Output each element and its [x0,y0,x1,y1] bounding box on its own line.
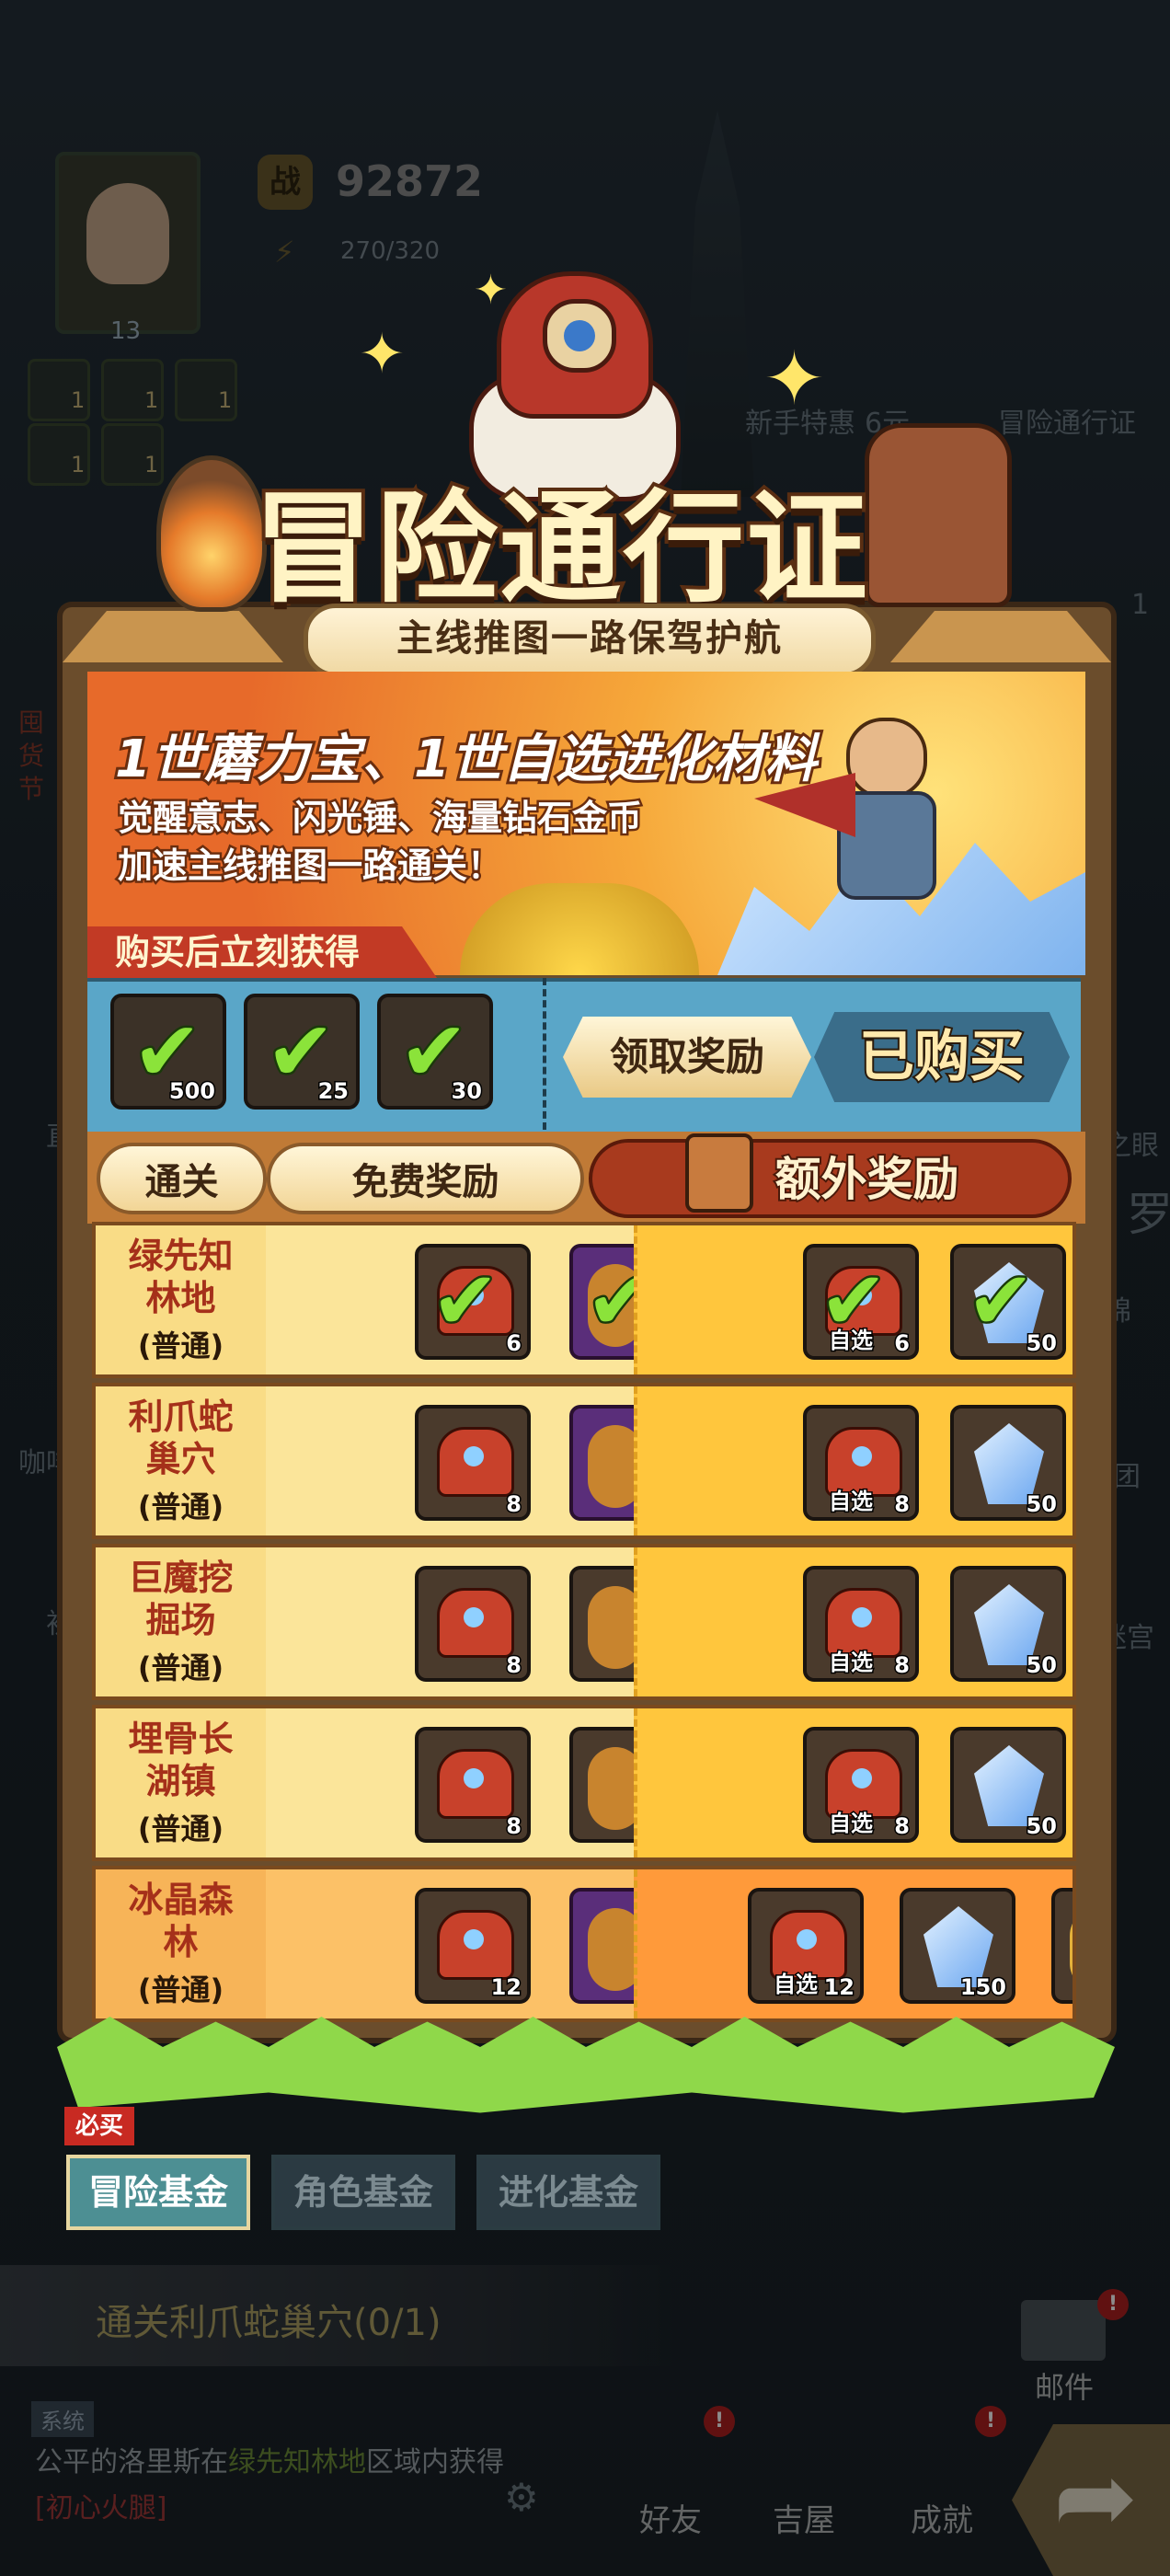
stage-row[interactable]: 绿先知林地 (普通) ✔ 6 ✔ 自选 6 ✔ 50 ✔ [92,1222,1076,1378]
extra-reward-cell: 自选 8 50 [634,1386,1072,1535]
sparkle-icon: ✦ [359,322,406,386]
buy-row-divider [543,978,546,1130]
stage-row[interactable]: 巨魔挖掘场 (普通) 8 自选 8 50 [92,1544,1076,1700]
extra-reward-cell: 自选 8 50 [634,1708,1072,1857]
extra-reward-diamond[interactable]: 50 ✔ [950,1244,1066,1360]
stage-row-current[interactable]: 冰晶森林 (普通) 12 自选 12 150 [92,1866,1076,2022]
sparkle-icon: ✦ [763,336,826,421]
extra-reward-diamond[interactable]: 50 [950,1566,1066,1682]
free-reward-item[interactable]: 12 [415,1888,531,2004]
banner-line-2: 加速主线推图一路通关！ [115,844,504,889]
free-reward-item-bag[interactable]: ✔ [569,1244,634,1360]
extra-reward-chest[interactable]: 自选 6 ✔ [803,1244,919,1360]
stage-name-cell: 埋骨长湖镇 (普通) [96,1708,266,1857]
extra-reward-chest[interactable]: 自选 12 [748,1888,864,2004]
pass-subtitle: 主线推图一路保驾护航 [304,604,876,677]
stage-name-cell: 巨魔挖掘场 (普通) [96,1547,266,1696]
checkmark-icon: ✔ [818,1252,890,1349]
banner-title: 1世蘑力宝、1世自选进化材料 [112,727,820,792]
free-reward-cell: ✔ 6 ✔ [266,1225,634,1374]
extra-reward-chest[interactable]: 自选 8 [803,1727,919,1843]
free-reward-cell: 8 [266,1708,634,1857]
tab-adventure-fund[interactable]: 冒险基金 [66,2155,250,2230]
mascot-eye [543,299,616,373]
pass-title: 冒险通行证 [249,475,871,624]
stage-row[interactable]: 埋骨长湖镇 (普通) 8 自选 8 50 [92,1705,1076,1861]
tab-evolution-fund[interactable]: 进化基金 [476,2155,660,2230]
free-reward-item[interactable]: 8 [415,1405,531,1521]
mascot-pupil [564,320,595,351]
hero-illustration [754,718,975,938]
backpack-icon [865,423,1012,607]
checkmark-icon: ✔ [965,1252,1038,1349]
extra-reward-cell: 自选 6 ✔ 50 ✔ [634,1225,1072,1374]
sparkle-icon: ✦ [474,267,508,314]
header-free-rewards: 免费奖励 [267,1143,584,1214]
banner-line-1: 觉醒意志、闪光锤、海量钻石金币 [115,796,644,841]
instant-reward-item[interactable]: ✔ 30 [377,994,493,1110]
extra-reward-cell: 自选 8 50 [634,1547,1072,1696]
buy-label: 购买后立刻获得 [87,926,437,978]
extra-reward-gold[interactable] [1051,1888,1072,2004]
purchased-button[interactable]: 已购买 [814,1012,1070,1102]
stage-row[interactable]: 利爪蛇巢穴 (普通) 8 自选 8 50 [92,1383,1076,1539]
tab-character-fund[interactable]: 角色基金 [271,2155,455,2230]
must-buy-tag: 必买 [64,2107,135,2145]
free-reward-item-bag[interactable] [569,1566,634,1682]
extra-reward-diamond[interactable]: 150 [900,1888,1015,2004]
extra-reward-chest[interactable]: 自选 8 [803,1405,919,1521]
free-reward-item[interactable]: 8 [415,1566,531,1682]
header-extra-rewards: 额外奖励 [589,1139,1072,1218]
stage-name-cell: 冰晶森林 (普通) [96,1869,266,2018]
free-reward-cell: 8 [266,1547,634,1696]
extra-reward-diamond[interactable]: 50 [950,1727,1066,1843]
claim-rewards-button[interactable]: 领取奖励 [563,1017,811,1098]
free-reward-item[interactable]: 8 [415,1727,531,1843]
extra-reward-chest[interactable]: 自选 8 [803,1566,919,1682]
free-reward-cell: 12 [266,1869,634,2018]
stage-name-cell: 利爪蛇巢穴 (普通) [96,1386,266,1535]
free-reward-item-bag[interactable] [569,1727,634,1843]
mascot-hood [497,271,653,419]
extra-reward-cell: 自选 12 150 [634,1869,1072,2018]
instant-reward-item[interactable]: ✔ 500 [110,994,226,1110]
free-reward-cell: 8 [266,1386,634,1535]
free-reward-item[interactable]: ✔ 6 [415,1244,531,1360]
checkmark-icon: ✔ [430,1252,502,1349]
free-reward-item-bag[interactable] [569,1888,634,2004]
stage-name-cell: 绿先知林地 (普通) [96,1225,266,1374]
instant-reward-item[interactable]: ✔ 25 [244,994,360,1110]
header-stage: 通关 [97,1143,267,1214]
extra-reward-diamond[interactable]: 50 [950,1405,1066,1521]
checkmark-icon: ✔ [584,1252,634,1349]
free-reward-item-bag[interactable] [569,1405,634,1521]
chest-icon [685,1133,753,1213]
